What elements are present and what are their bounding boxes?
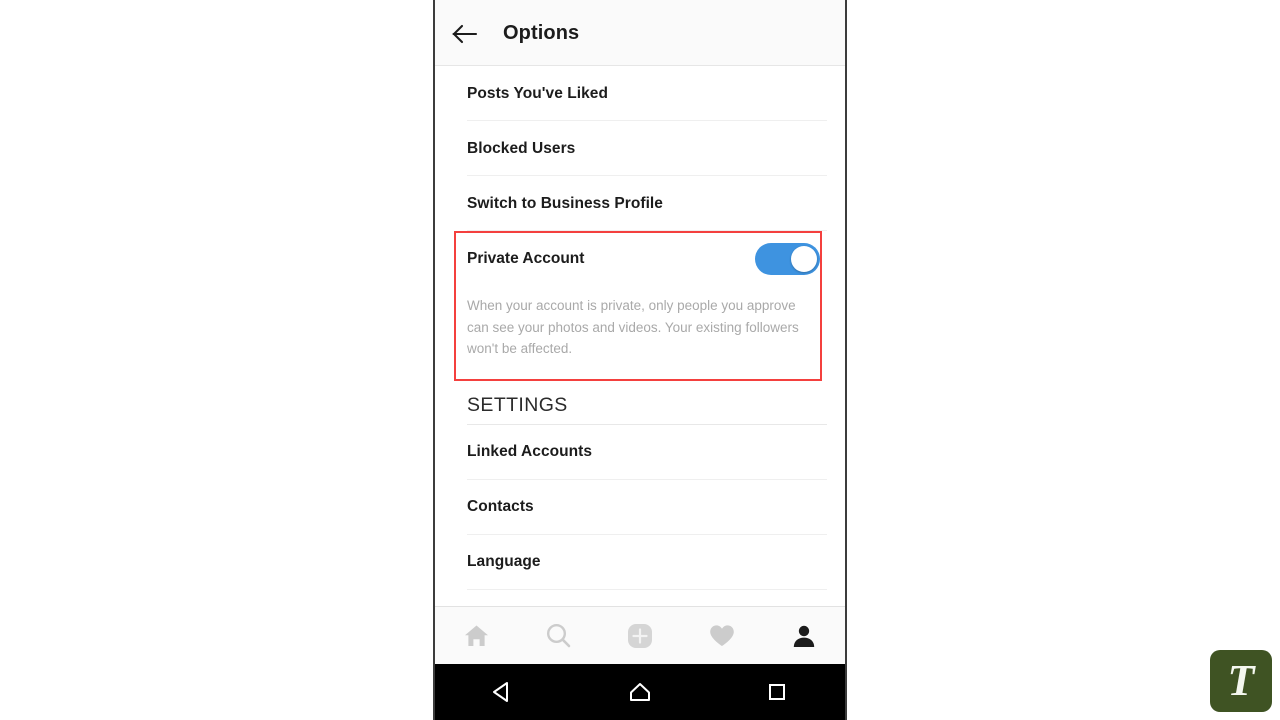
- settings-section-header: SETTINGS: [467, 393, 568, 416]
- back-triangle-icon: [493, 682, 509, 702]
- tab-profile[interactable]: [763, 607, 845, 664]
- arrow-left-glyph: [452, 24, 478, 44]
- list-item-label: Posts You've Liked: [467, 84, 608, 102]
- arrow-left-icon[interactable]: [452, 23, 478, 45]
- settings-section-header-wrap: SETTINGS: [435, 378, 845, 425]
- home-icon: [464, 625, 488, 646]
- app-header: Options: [435, 0, 845, 66]
- system-recents-button[interactable]: [708, 679, 845, 705]
- tab-home[interactable]: [435, 607, 517, 664]
- recents-square-icon: [768, 684, 785, 700]
- private-account-label: Private Account: [467, 250, 585, 267]
- private-account-row[interactable]: Private Account: [435, 231, 845, 287]
- private-account-toggle[interactable]: [755, 243, 820, 275]
- system-home-button[interactable]: [572, 679, 709, 705]
- list-item-label: Blocked Users: [467, 139, 576, 157]
- list-item-posts-youve-liked[interactable]: Posts You've Liked: [435, 66, 845, 121]
- list-item-label: Switch to Business Profile: [467, 194, 663, 212]
- profile-icon: [793, 625, 815, 647]
- private-account-block: Private Account When your account is pri…: [435, 231, 845, 381]
- phone-frame: Options Posts You've Liked Blocked Users…: [433, 0, 847, 720]
- list-item-label: Language: [467, 553, 541, 570]
- list-item-linked-accounts[interactable]: Linked Accounts: [435, 425, 845, 480]
- list-item-blocked-users[interactable]: Blocked Users: [435, 121, 845, 176]
- system-back-button[interactable]: [435, 679, 572, 705]
- list-item-label: Contacts: [467, 498, 534, 515]
- home-pentagon-icon: [630, 683, 650, 701]
- page-title: Options: [503, 22, 580, 44]
- divider: [467, 588, 827, 590]
- toggle-knob: [791, 246, 817, 272]
- list-item-language[interactable]: Language: [435, 535, 845, 590]
- watermark-letter: T: [1227, 656, 1255, 705]
- list-item-contacts[interactable]: Contacts: [435, 480, 845, 535]
- search-icon: [546, 623, 570, 648]
- tab-activity[interactable]: [681, 607, 763, 664]
- list-item-switch-to-business-profile[interactable]: Switch to Business Profile: [435, 176, 845, 231]
- android-system-nav: [435, 664, 845, 720]
- bottom-tab-bar: [435, 606, 845, 664]
- add-post-icon: [628, 623, 652, 648]
- watermark-logo: T: [1210, 650, 1272, 712]
- private-account-description: When your account is private, only peopl…: [467, 298, 799, 356]
- heart-icon: [710, 624, 734, 646]
- options-list-top: Posts You've Liked Blocked Users Switch …: [435, 66, 845, 231]
- list-item-label: Linked Accounts: [467, 443, 593, 460]
- settings-list: Linked Accounts Contacts Language: [435, 424, 845, 590]
- tab-search[interactable]: [517, 607, 599, 664]
- tab-add-post[interactable]: [599, 607, 681, 664]
